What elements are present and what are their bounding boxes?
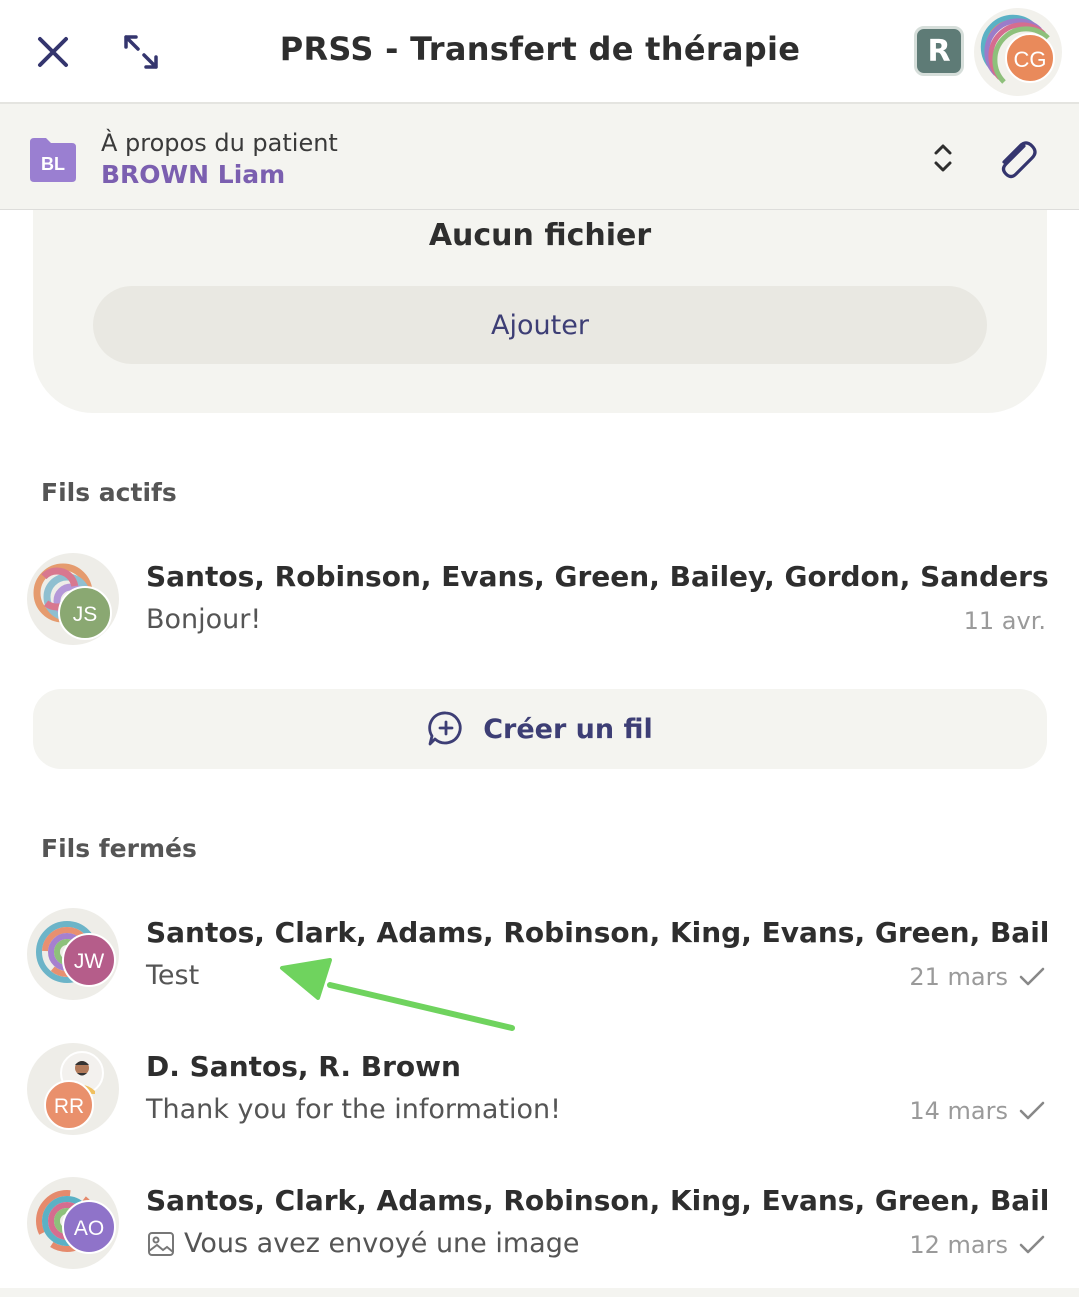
chat-plus-icon (428, 711, 462, 746)
top-bar: PRSS - Transfert de thérapie R CG (0, 0, 1079, 104)
active-threads-title: Fils actifs (41, 478, 177, 507)
thread-date: 21 mars (909, 963, 1046, 991)
bottom-strip (0, 1288, 1079, 1297)
thread-last-message: Test (146, 960, 200, 991)
thread-last-message: Bonjour! (146, 604, 262, 635)
svg-text:JW: JW (74, 950, 105, 973)
check-icon (1019, 1101, 1045, 1120)
group-avatar: AO (27, 1177, 119, 1269)
patient-name[interactable]: BROWN Liam (101, 160, 285, 189)
thread-row[interactable]: AO Santos, Clark, Adams, Robinson, King,… (0, 1174, 1079, 1284)
svg-text:BL: BL (41, 154, 65, 174)
close-button[interactable] (27, 26, 79, 78)
thread-participants: Santos, Clark, Adams, Robinson, King, Ev… (146, 916, 1048, 949)
create-thread-label: Créer un fil (483, 713, 653, 745)
user-avatar[interactable]: CG (974, 8, 1062, 96)
closed-threads-title: Fils fermés (41, 834, 197, 863)
close-icon (38, 37, 68, 67)
add-file-button[interactable]: Ajouter (93, 286, 987, 364)
folder-icon: BL (28, 134, 78, 184)
app-badge[interactable]: R (914, 26, 964, 76)
attachment-button[interactable] (990, 132, 1042, 184)
thread-date: 14 mars (909, 1097, 1046, 1125)
patient-bar[interactable]: BL À propos du patient BROWN Liam (0, 104, 1079, 210)
chevron-up-down-icon (934, 144, 952, 172)
files-card: Aucun fichier Ajouter (33, 210, 1047, 413)
thread-last-message: Thank you for the information! (146, 1094, 561, 1125)
thread-row[interactable]: RR D. Santos, R. Brown Thank you for the… (0, 1040, 1079, 1150)
thread-participants: Santos, Clark, Adams, Robinson, King, Ev… (146, 1184, 1048, 1217)
check-icon (1019, 1235, 1045, 1254)
user-initials: CG (1014, 47, 1047, 72)
no-files-text: Aucun fichier (428, 218, 652, 253)
expand-button[interactable] (115, 26, 167, 78)
thread-row[interactable]: JS Santos, Robinson, Evans, Green, Baile… (0, 550, 1079, 660)
expand-icon (124, 35, 158, 69)
svg-text:RR: RR (54, 1095, 84, 1118)
image-icon (148, 1231, 174, 1256)
switch-patient-button[interactable] (925, 138, 961, 178)
check-icon (1019, 967, 1045, 986)
thread-participants: Santos, Robinson, Evans, Green, Bailey, … (146, 560, 1048, 593)
svg-text:AO: AO (74, 1217, 104, 1240)
svg-text:JS: JS (73, 603, 98, 626)
page-title: PRSS - Transfert de thérapie (279, 30, 801, 68)
dual-avatar: RR (27, 1043, 119, 1135)
paperclip-icon (1001, 141, 1037, 179)
thread-participants: D. Santos, R. Brown (146, 1050, 461, 1083)
create-thread-button[interactable]: Créer un fil (33, 689, 1047, 769)
group-avatar: JS (27, 553, 119, 645)
thread-date: 11 avr. (963, 607, 1046, 635)
patient-label: À propos du patient (101, 129, 338, 157)
thread-last-message: Vous avez envoyé une image (146, 1228, 579, 1259)
thread-row[interactable]: JW Santos, Clark, Adams, Robinson, King,… (0, 906, 1079, 1016)
thread-date: 12 mars (909, 1231, 1046, 1259)
group-avatar: JW (27, 908, 119, 1000)
